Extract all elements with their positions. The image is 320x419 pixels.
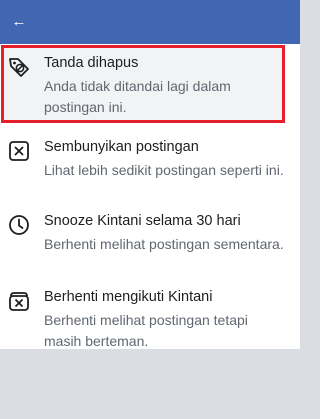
menu-item-subtitle: Anda tidak ditandai lagi dalam postingan… (44, 78, 231, 115)
arrow-left-icon[interactable]: ← (9, 12, 29, 32)
clock-icon (8, 214, 30, 236)
top-bar: ← (0, 0, 300, 44)
menu-item-tag-removed[interactable]: Tanda dihapus Anda tidak ditandai lagi d… (0, 44, 300, 128)
post-options-menu: Tanda dihapus Anda tidak ditandai lagi d… (0, 44, 300, 349)
menu-item-title: Berhenti mengikuti Kintani (44, 289, 213, 305)
menu-item-subtitle: Berhenti melihat postingan tetapi masih … (44, 312, 248, 349)
menu-item-unfollow[interactable]: Berhenti mengikuti Kintani Berhenti meli… (0, 278, 300, 349)
menu-item-snooze[interactable]: Snooze Kintani selama 30 hari Berhenti m… (0, 202, 300, 278)
menu-item-hide-post[interactable]: Sembunyikan postingan Lihat lebih sediki… (0, 128, 300, 202)
menu-item-title: Sembunyikan postingan (44, 139, 199, 155)
menu-item-title: Tanda dihapus (44, 55, 139, 71)
unfollow-icon (8, 290, 30, 312)
close-box-icon (8, 140, 30, 162)
menu-item-subtitle: Berhenti melihat postingan sementara. (44, 236, 284, 252)
menu-item-subtitle: Lihat lebih sedikit postingan seperti in… (44, 162, 284, 178)
menu-item-title: Snooze Kintani selama 30 hari (44, 213, 241, 229)
tag-removed-icon (8, 56, 30, 78)
